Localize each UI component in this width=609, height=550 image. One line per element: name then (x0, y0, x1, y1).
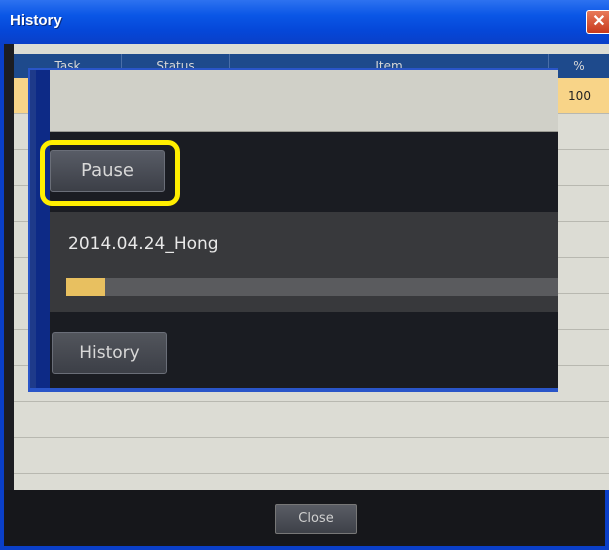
close-icon[interactable]: ✕ (586, 10, 609, 34)
row-percent: 100 (549, 78, 609, 114)
history-button[interactable]: History (52, 332, 167, 374)
window-title: History (10, 12, 62, 29)
pause-button[interactable]: Pause (50, 150, 165, 192)
progress-panel (50, 212, 558, 312)
overlay-left-strip (36, 70, 50, 390)
overlay-header (50, 70, 558, 132)
task-name: 2014.04.24_Hong (68, 234, 219, 254)
progress-bar-fill (66, 278, 106, 296)
column-header-percent[interactable]: % (549, 54, 609, 78)
table-row[interactable] (14, 438, 609, 474)
progress-bar (66, 278, 558, 296)
table-row[interactable] (14, 402, 609, 438)
overlay-bottom-border (28, 388, 558, 392)
title-bar[interactable]: History ✕ (0, 0, 609, 44)
close-button[interactable]: Close (275, 504, 357, 534)
